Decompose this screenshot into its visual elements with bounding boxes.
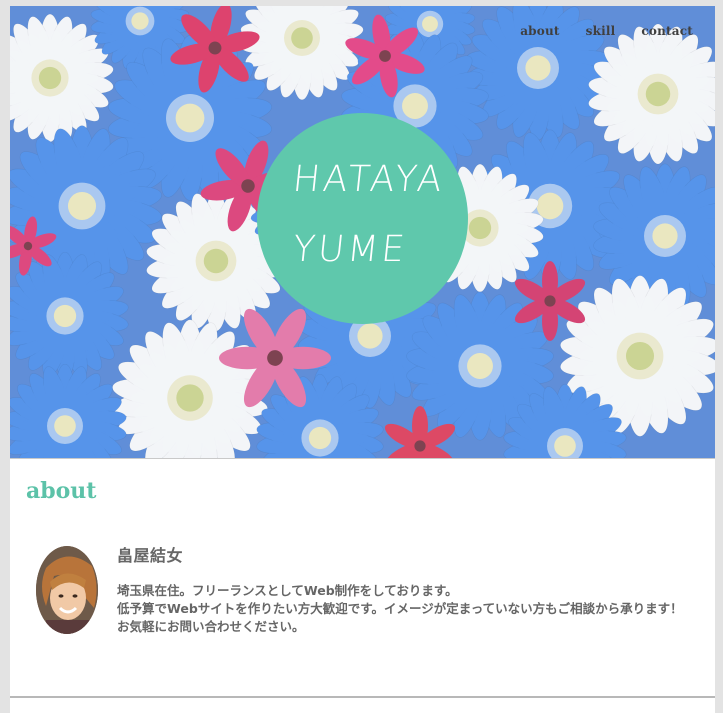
nav-link-about[interactable]: about xyxy=(520,24,559,38)
avatar xyxy=(36,546,98,634)
profile-name: 畠屋結女 xyxy=(117,546,184,565)
site-logo[interactable]: HATAYA YUME xyxy=(257,113,468,324)
profile-bio: 埼玉県在住。フリーランスとしてWeb制作をしております。 低予算でWebサイトを… xyxy=(117,582,707,636)
nav-link-contact[interactable]: contact xyxy=(641,24,693,38)
main-nav: about skill contact xyxy=(520,24,693,38)
page: about skill contact HATAYA YUME about 畠屋… xyxy=(10,6,715,713)
logo-text-last: YUME xyxy=(290,229,410,270)
bio-line: 低予算でWebサイトを作りたい方大歓迎です。イメージが定まっていない方もご相談か… xyxy=(117,601,683,616)
avatar-photo xyxy=(36,546,98,634)
bio-line: 埼玉県在住。フリーランスとしてWeb制作をしております。 xyxy=(117,583,458,598)
about-heading: about xyxy=(26,478,97,504)
section-divider xyxy=(10,696,715,698)
logo-text-first: HATAYA xyxy=(290,159,447,200)
bio-line: お気軽にお問い合わせください。 xyxy=(117,619,305,634)
hero-divider xyxy=(10,458,715,459)
hero-banner: about skill contact HATAYA YUME xyxy=(10,6,715,458)
nav-link-skill[interactable]: skill xyxy=(586,24,616,38)
